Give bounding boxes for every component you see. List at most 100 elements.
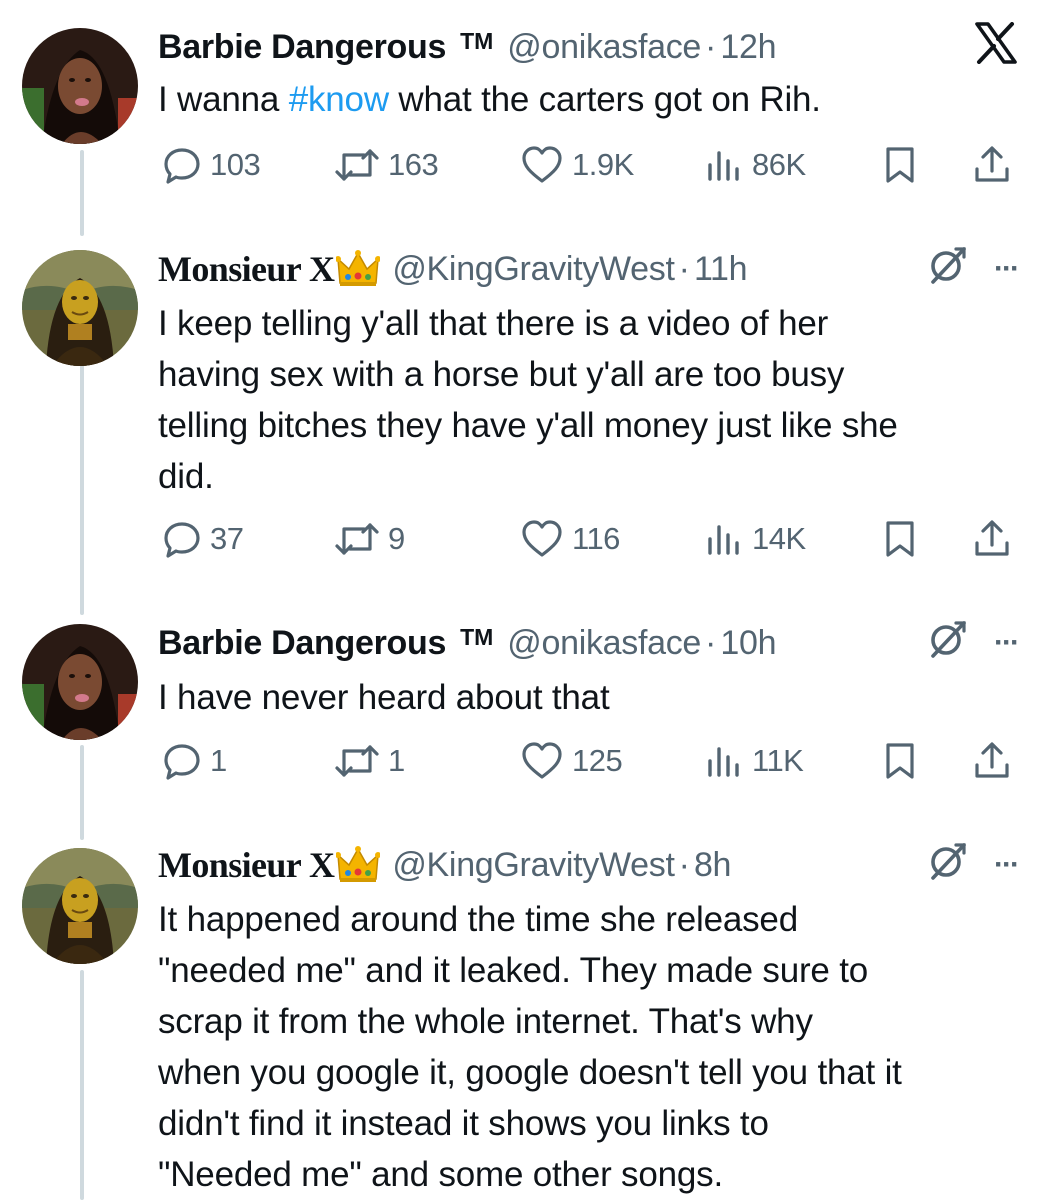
avatar[interactable]: [22, 250, 138, 366]
share-icon: [972, 741, 1012, 781]
more-icon[interactable]: ···: [994, 626, 1020, 660]
name-badge: TM: [460, 623, 494, 650]
reply-icon: [162, 741, 202, 781]
view-count: 86K: [752, 147, 806, 182]
tweet[interactable]: Barbie Dangerous TM @onikasface · 10h ··…: [0, 616, 1044, 842]
hashtag-link[interactable]: #know: [289, 80, 389, 119]
tweet-text: It happened around the time she released…: [158, 894, 1018, 1200]
user-handle[interactable]: @onikasface: [507, 624, 701, 663]
avatar[interactable]: [22, 848, 138, 964]
view-count: 11K: [752, 743, 804, 778]
reply-icon: [162, 145, 202, 185]
tweet-header: Barbie Dangerous TM @onikasface · 10h ··…: [158, 618, 1020, 669]
reply-button[interactable]: 1: [162, 736, 227, 786]
display-name[interactable]: Barbie Dangerous: [158, 28, 446, 67]
timestamp[interactable]: 11h: [694, 250, 748, 289]
like-count: 125: [572, 743, 623, 778]
corner: ···: [926, 618, 1020, 669]
timestamp[interactable]: 8h: [694, 846, 732, 885]
views-button[interactable]: 11K: [704, 736, 804, 786]
views-icon: [704, 741, 744, 781]
tweet-header: Monsieur X @KingGravityWest · 11h ···: [158, 244, 1020, 295]
tweet-text-part: what the carters got on Rih.: [388, 80, 821, 119]
tweet-text-line: having sex with a horse but y'all are to…: [158, 355, 845, 394]
repost-icon: [334, 519, 380, 559]
more-icon[interactable]: ···: [994, 848, 1020, 882]
tweet[interactable]: Monsieur X @KingGravityWest · 11h ··· I …: [0, 236, 1044, 616]
share-button[interactable]: [972, 736, 1012, 786]
bookmark-button[interactable]: [880, 140, 920, 190]
timestamp[interactable]: 10h: [720, 624, 776, 663]
reply-button[interactable]: 103: [162, 140, 261, 190]
more-icon[interactable]: ···: [994, 252, 1020, 286]
tweet-text-line: scrap it from the whole internet. That's…: [158, 1002, 813, 1041]
separator: ·: [705, 27, 717, 66]
repost-count: 1: [388, 743, 405, 778]
repost-count: 9: [388, 521, 405, 556]
like-count: 116: [572, 521, 620, 556]
display-name[interactable]: Barbie Dangerous: [158, 624, 446, 663]
separator: ·: [705, 623, 717, 662]
reply-count: 103: [210, 147, 261, 182]
tweet-actions: 103 163 1.9K 86K: [158, 140, 1022, 190]
heart-icon: [520, 519, 564, 559]
views-button[interactable]: 86K: [704, 140, 806, 190]
corner: ···: [926, 244, 1020, 295]
bookmark-button[interactable]: [880, 514, 920, 564]
tweet-actions: 37 9 116 14K: [158, 514, 1022, 564]
user-handle[interactable]: @KingGravityWest: [392, 250, 675, 289]
bookmark-button[interactable]: [880, 736, 920, 786]
repost-button[interactable]: 163: [334, 140, 439, 190]
grok-icon[interactable]: [926, 840, 968, 891]
repost-button[interactable]: 9: [334, 514, 405, 564]
share-icon: [972, 519, 1012, 559]
tweet-text-line: did.: [158, 457, 214, 496]
grok-icon[interactable]: [926, 244, 968, 295]
corner: ···: [926, 840, 1020, 891]
avatar[interactable]: [22, 624, 138, 740]
heart-icon: [520, 145, 564, 185]
bookmark-icon: [880, 519, 920, 559]
user-handle[interactable]: @onikasface: [507, 28, 701, 67]
tweet-text-part: I wanna: [158, 80, 289, 119]
bookmark-icon: [880, 741, 920, 781]
x-logo-icon: [974, 21, 1018, 73]
like-button[interactable]: 125: [520, 736, 623, 786]
like-button[interactable]: 116: [520, 514, 620, 564]
display-name[interactable]: Monsieur X: [158, 844, 335, 886]
avatar[interactable]: [22, 28, 138, 144]
reply-icon: [162, 519, 202, 559]
tweet[interactable]: Monsieur X @KingGravityWest · 8h ··· It …: [0, 842, 1044, 1200]
tweet[interactable]: Barbie Dangerous TM @onikasface · 12h I …: [0, 0, 1044, 236]
repost-icon: [334, 741, 380, 781]
tweet-text: I keep telling y'all that there is a vid…: [158, 298, 1018, 502]
repost-count: 163: [388, 147, 439, 182]
crown-emoji-icon: [335, 845, 382, 885]
share-button[interactable]: [972, 140, 1012, 190]
like-button[interactable]: 1.9K: [520, 140, 634, 190]
user-handle[interactable]: @KingGravityWest: [392, 846, 675, 885]
share-button[interactable]: [972, 514, 1012, 564]
separator: ·: [678, 845, 690, 884]
tweet-header: Monsieur X @KingGravityWest · 8h ···: [158, 840, 1020, 891]
repost-icon: [334, 145, 380, 185]
tweet-text-line: "Needed me" and some other songs.: [158, 1155, 723, 1194]
tweet-actions: 1 1 125 11K: [158, 736, 1022, 786]
share-icon: [972, 145, 1012, 185]
views-button[interactable]: 14K: [704, 514, 806, 564]
repost-button[interactable]: 1: [334, 736, 405, 786]
tweet-text: I have never heard about that: [158, 678, 610, 717]
bookmark-icon: [880, 145, 920, 185]
views-icon: [704, 519, 744, 559]
crown-emoji-icon: [335, 249, 382, 289]
grok-icon[interactable]: [926, 618, 968, 669]
reply-count: 37: [210, 521, 244, 556]
reply-count: 1: [210, 743, 227, 778]
display-name[interactable]: Monsieur X: [158, 248, 335, 290]
heart-icon: [520, 741, 564, 781]
separator: ·: [678, 249, 690, 288]
reply-button[interactable]: 37: [162, 514, 244, 564]
views-icon: [704, 145, 744, 185]
tweet-text-line: telling bitches they have y'all money ju…: [158, 406, 898, 445]
timestamp[interactable]: 12h: [720, 28, 776, 67]
